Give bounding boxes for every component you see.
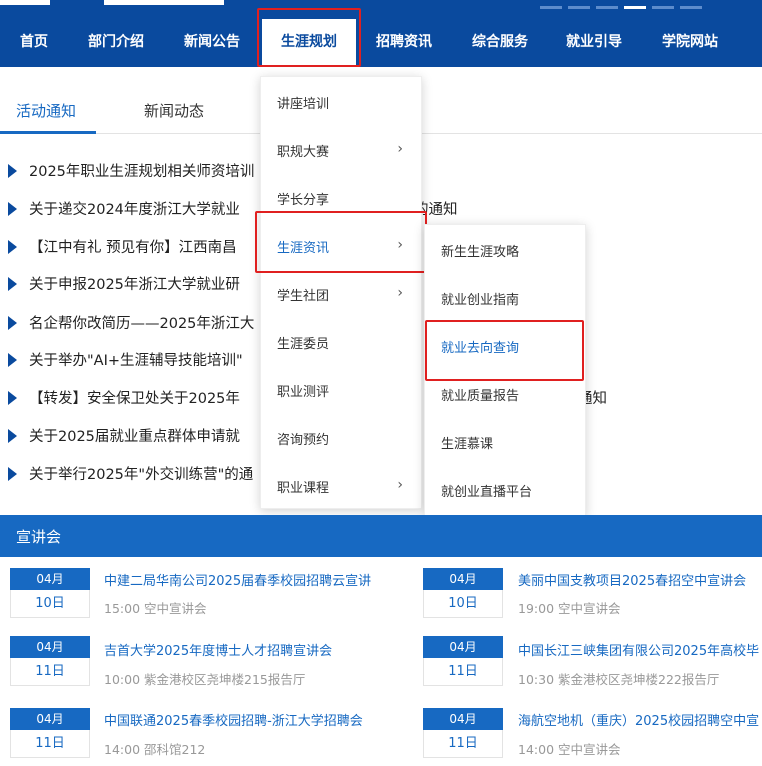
pager-dot[interactable] bbox=[568, 6, 590, 9]
pager-dot-active[interactable] bbox=[624, 6, 646, 9]
bullet-triangle-icon bbox=[8, 240, 17, 254]
event-meta: 19:00 空中宣讲会 bbox=[518, 601, 621, 616]
submenu-item-career-mooc[interactable]: 生涯慕课 bbox=[425, 433, 585, 452]
highlight-box bbox=[425, 320, 584, 381]
pager-dot[interactable] bbox=[596, 6, 618, 9]
highlight-box bbox=[255, 211, 427, 273]
lecture-section-title: 宣讲会 bbox=[16, 528, 62, 546]
event-meta: 10:00 紫金港校区尧坤楼215报告厅 bbox=[104, 672, 306, 687]
pager-dot[interactable] bbox=[652, 6, 674, 9]
logo-fragment bbox=[0, 0, 50, 5]
menu-item-consultation[interactable]: 咨询预约 bbox=[261, 429, 421, 448]
nav-college-sites[interactable]: 学院网站 bbox=[654, 14, 726, 67]
event-date: 04月 11日 bbox=[10, 708, 90, 760]
news-item[interactable]: 关于2025届就业重点群体申请就 bbox=[8, 425, 240, 446]
event-meta: 14:00 空中宣讲会 bbox=[518, 742, 621, 757]
highlight-box bbox=[257, 8, 361, 67]
menu-item-student-clubs[interactable]: 学生社团 › bbox=[261, 285, 421, 304]
menu-item-career-courses[interactable]: 职业课程 › bbox=[261, 477, 421, 496]
event-date: 04月 11日 bbox=[423, 708, 503, 760]
bullet-triangle-icon bbox=[8, 353, 17, 367]
event-meta: 10:30 紫金港校区尧坤楼222报告厅 bbox=[518, 672, 720, 687]
nav-services[interactable]: 综合服务 bbox=[464, 14, 536, 67]
event-date: 04月 11日 bbox=[423, 636, 503, 688]
event-title[interactable]: 中建二局华南公司2025届春季校园招聘云宣讲 bbox=[104, 570, 371, 589]
logo-fragment-2 bbox=[104, 0, 224, 5]
bullet-triangle-icon bbox=[8, 164, 17, 178]
menu-item-career-assessment[interactable]: 职业测评 bbox=[261, 381, 421, 400]
bullet-triangle-icon bbox=[8, 316, 17, 330]
lecture-section-header: 宣讲会 bbox=[0, 515, 762, 557]
bullet-triangle-icon bbox=[8, 277, 17, 291]
submenu-item-employment-quality-report[interactable]: 就业质量报告 bbox=[425, 385, 585, 404]
news-item[interactable]: 2025年职业生涯规划相关师资培训 bbox=[8, 160, 254, 181]
news-item[interactable]: 关于举办"AI+生涯辅导技能培训" bbox=[8, 349, 243, 370]
event-title[interactable]: 海航空地机（重庆）2025校园招聘空中宣 bbox=[518, 710, 759, 729]
menu-item-lectures[interactable]: 讲座培训 bbox=[261, 93, 421, 112]
submenu-item-live-platform[interactable]: 就创业直播平台 bbox=[425, 481, 585, 500]
nav-home[interactable]: 首页 bbox=[6, 14, 62, 67]
news-item[interactable]: 名企帮你改简历——2025年浙江大 bbox=[8, 312, 254, 333]
event-date: 04月 11日 bbox=[10, 636, 90, 688]
event-date: 04月 10日 bbox=[423, 568, 503, 620]
chevron-right-icon: › bbox=[397, 285, 403, 301]
news-item[interactable]: 关于举行2025年"外交训练营"的通 bbox=[8, 463, 253, 484]
bullet-triangle-icon bbox=[8, 202, 17, 216]
chevron-right-icon: › bbox=[397, 141, 403, 157]
bullet-triangle-icon bbox=[8, 429, 17, 443]
event-meta: 14:00 邵科馆212 bbox=[104, 742, 206, 757]
nav-department[interactable]: 部门介绍 bbox=[80, 14, 152, 67]
nav-recruitment[interactable]: 招聘资讯 bbox=[368, 14, 440, 67]
event-title[interactable]: 中国联通2025春季校园招聘-浙江大学招聘会 bbox=[104, 710, 363, 729]
event-title[interactable]: 吉首大学2025年度博士人才招聘宣讲会 bbox=[104, 640, 332, 659]
chevron-right-icon: › bbox=[397, 477, 403, 493]
news-item[interactable]: 关于申报2025年浙江大学就业研 bbox=[8, 273, 240, 294]
menu-item-senior-sharing[interactable]: 学长分享 bbox=[261, 189, 421, 208]
tab-news-updates[interactable]: 新闻动态 bbox=[144, 100, 204, 121]
nav-employment-guide[interactable]: 就业引导 bbox=[558, 14, 630, 67]
pager-dot[interactable] bbox=[680, 6, 702, 9]
nav-news[interactable]: 新闻公告 bbox=[176, 14, 248, 67]
bullet-triangle-icon bbox=[8, 391, 17, 405]
news-item[interactable]: 关于递交2024年度浙江大学就业 bbox=[8, 198, 240, 219]
tab-active-indicator bbox=[0, 131, 96, 134]
main-nav: 首页 部门介绍 新闻公告 生涯规划 招聘资讯 综合服务 就业引导 学院网站 bbox=[0, 14, 762, 67]
banner-pager[interactable] bbox=[540, 6, 702, 9]
submenu-item-employment-guide[interactable]: 就业创业指南 bbox=[425, 289, 585, 308]
event-title[interactable]: 美丽中国支教项目2025春招空中宣讲会 bbox=[518, 570, 746, 589]
event-meta: 15:00 空中宣讲会 bbox=[104, 601, 207, 616]
event-title[interactable]: 中国长江三峡集团有限公司2025年高校毕 bbox=[518, 640, 759, 659]
career-planning-dropdown: 讲座培训 职规大赛 › 学长分享 生涯资讯 › 学生社团 › 生涯委员 职业测评 咨询… bbox=[260, 76, 422, 509]
menu-item-career-committee[interactable]: 生涯委员 bbox=[261, 333, 421, 352]
submenu-item-freshman-guide[interactable]: 新生生涯攻略 bbox=[425, 241, 585, 260]
event-date: 04月 10日 bbox=[10, 568, 90, 620]
pager-dot[interactable] bbox=[540, 6, 562, 9]
top-strip bbox=[0, 0, 762, 14]
news-item[interactable]: 【江中有礼 预见有你】江西南昌 bbox=[8, 236, 237, 257]
bullet-triangle-icon bbox=[8, 467, 17, 481]
menu-item-career-contest[interactable]: 职规大赛 › bbox=[261, 141, 421, 160]
news-item[interactable]: 【转发】安全保卫处关于2025年 bbox=[8, 387, 240, 408]
tab-activity-notice[interactable]: 活动通知 bbox=[16, 100, 76, 121]
